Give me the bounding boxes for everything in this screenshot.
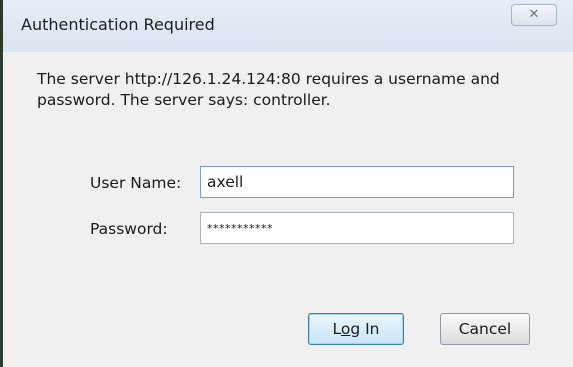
username-field[interactable] bbox=[200, 166, 514, 198]
dialog-titlebar[interactable]: Authentication Required ✕ bbox=[3, 0, 573, 53]
username-label: User Name: bbox=[90, 174, 182, 192]
dialog-content: The server http://126.1.24.124:80 requir… bbox=[3, 52, 573, 367]
login-button[interactable]: Log In bbox=[308, 313, 404, 345]
screen: Authentication Required ✕ The server htt… bbox=[0, 0, 573, 367]
password-field[interactable] bbox=[200, 212, 514, 244]
password-label: Password: bbox=[90, 220, 168, 238]
cancel-button[interactable]: Cancel bbox=[440, 313, 530, 345]
login-label-suffix: g In bbox=[350, 320, 380, 338]
auth-message: The server http://126.1.24.124:80 requir… bbox=[37, 70, 500, 109]
login-label-mnemonic: o bbox=[340, 320, 351, 338]
login-label-prefix: L bbox=[332, 320, 341, 338]
close-icon: ✕ bbox=[528, 7, 540, 22]
close-button[interactable]: ✕ bbox=[511, 4, 557, 26]
authentication-dialog: Authentication Required ✕ The server htt… bbox=[3, 0, 573, 367]
dialog-title: Authentication Required bbox=[21, 15, 215, 34]
